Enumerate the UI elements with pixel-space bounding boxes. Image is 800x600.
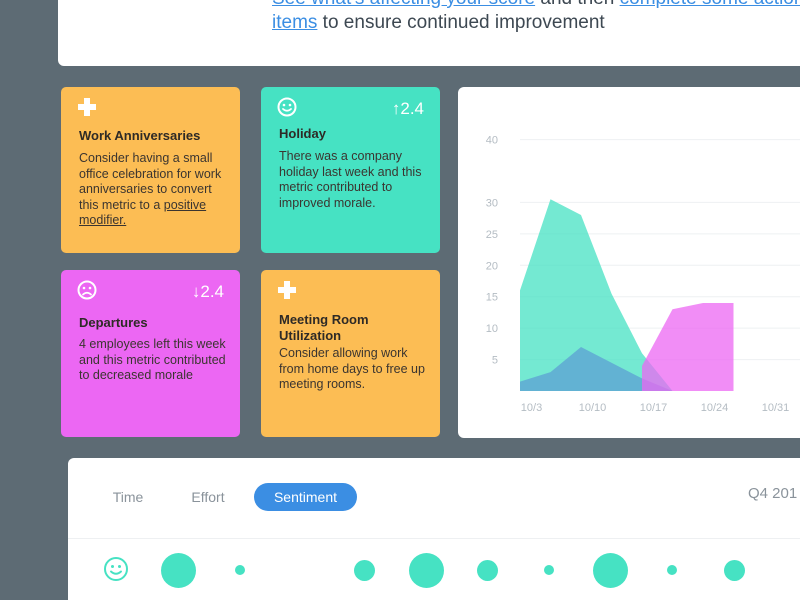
- insight-card-work-anniversaries[interactable]: Work Anniversaries Consider having a sma…: [61, 87, 240, 253]
- complete-action-link[interactable]: complete some action: [620, 0, 800, 9]
- divider: [68, 538, 800, 539]
- sentiment-dot[interactable]: [408, 552, 444, 588]
- x-tick-label: 10/17: [640, 402, 668, 414]
- y-tick-label: 20: [486, 260, 498, 272]
- y-tick-label: 40: [486, 135, 498, 147]
- sentiment-dot[interactable]: [476, 559, 498, 581]
- timeline-panel: Time Effort Sentiment Q4 201: [68, 458, 800, 600]
- metric-delta: ↓2.4: [191, 282, 224, 301]
- tab-time[interactable]: Time: [106, 483, 150, 511]
- card-title: Departures: [79, 315, 148, 330]
- sentiment-dot[interactable]: [723, 559, 745, 581]
- metric-delta: ↑2.4: [391, 99, 424, 118]
- x-tick-label: 10/3: [521, 402, 542, 414]
- insight-card-meeting-room[interactable]: Meeting Room Utilization Consider allowi…: [261, 270, 440, 437]
- area-series-2: [642, 303, 734, 391]
- summary-text-rest: to ensure continued improvement: [317, 12, 605, 33]
- card-title: Meeting Room Utilization: [279, 312, 369, 343]
- insight-card-holiday[interactable]: ↑2.4 Holiday There was a company holiday…: [261, 87, 440, 253]
- tab-sentiment[interactable]: Sentiment: [254, 483, 357, 511]
- card-title: Work Anniversaries: [79, 128, 201, 143]
- action-items-link[interactable]: items: [272, 12, 317, 33]
- x-tick-label: 10/10: [579, 402, 607, 414]
- tab-effort[interactable]: Effort: [186, 483, 230, 511]
- sentiment-dot[interactable]: [667, 565, 677, 575]
- x-tick-label: 10/24: [701, 402, 729, 414]
- sentiment-dot[interactable]: [544, 565, 554, 575]
- card-body: 4 employees left this week and this metr…: [79, 337, 226, 382]
- card-body: Consider having a small office celebrati…: [79, 151, 222, 227]
- sentiment-area-chart: 5 10 15 20 25 30 40 10/3 10/10 10/17 10/24 10/31: [458, 87, 800, 438]
- y-tick-label: 15: [486, 292, 498, 304]
- card-title: Holiday: [279, 126, 326, 141]
- sentiment-dot[interactable]: [592, 552, 628, 588]
- y-tick-label: 25: [486, 229, 498, 241]
- plus-icon: [278, 281, 296, 299]
- insight-card-departures[interactable]: ↓2.4 Departures 4 employees left this we…: [61, 270, 240, 437]
- y-tick-label: 30: [486, 197, 498, 209]
- plus-icon: [78, 98, 96, 116]
- quarter-label[interactable]: Q4 201: [748, 485, 797, 502]
- card-body: Consider allowing work from home days to…: [279, 346, 425, 391]
- x-tick-label: 10/31: [762, 402, 790, 414]
- sentiment-dot[interactable]: [353, 559, 375, 581]
- affecting-score-link[interactable]: See what's affecting your score: [272, 0, 535, 9]
- smiley-icon: [277, 97, 297, 117]
- chart-canvas: 5 10 15 20 25 30 40 10/3 10/10 10/17 10/24 10/31: [486, 135, 800, 414]
- sentiment-dot[interactable]: [160, 552, 196, 588]
- y-tick-label: 10: [486, 323, 498, 335]
- smiley-icon: [104, 557, 128, 581]
- y-tick-label: 5: [492, 355, 498, 367]
- frown-icon: [77, 280, 97, 300]
- card-body: There was a company holiday last week an…: [279, 149, 422, 210]
- sentiment-dot[interactable]: [235, 565, 245, 575]
- summary-text-mid: and then: [535, 0, 620, 9]
